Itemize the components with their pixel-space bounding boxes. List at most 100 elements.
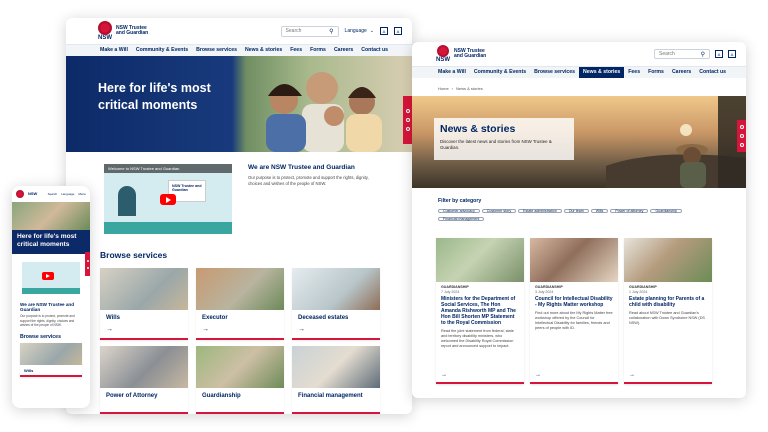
brand-logo[interactable]: NSW NSW Trustee and Guardian — [98, 21, 148, 41]
news-card[interactable]: GUARDIANSHIP 7 July 2024 Ministers for t… — [436, 238, 524, 384]
nav-browse-services[interactable]: Browse services — [192, 45, 241, 56]
arrow-right-icon: → — [629, 372, 635, 378]
text-size-button[interactable]: A — [715, 50, 723, 58]
nav-careers[interactable]: Careers — [330, 45, 357, 56]
nav-community-events[interactable]: Community & Events — [470, 67, 530, 78]
mobile-video[interactable] — [22, 262, 80, 295]
mobile-intro-heading: We are NSW Trustee and Guardian — [20, 302, 75, 313]
news-card-title: Council for Intellectual Disability - My… — [535, 296, 613, 308]
power-of-attorney-photo — [100, 346, 188, 388]
filter-chip[interactable]: Customer advocacy — [438, 209, 480, 213]
nav-forms[interactable]: Forms — [644, 67, 668, 78]
filter-chips: Customer advocacy Customer story Estate ad… — [438, 208, 688, 224]
nav-community-events[interactable]: Community & Events — [132, 45, 192, 56]
brand-logo[interactable]: NSW NSW Trustee and Guardian — [436, 45, 486, 63]
text-size-button[interactable]: A — [380, 27, 388, 35]
mobile-quick-links[interactable] — [85, 252, 90, 276]
contrast-button[interactable]: A — [394, 27, 402, 35]
chat-icon[interactable] — [739, 134, 744, 138]
service-card-executor[interactable]: Executor → — [196, 268, 284, 340]
filter-chip[interactable]: Guardianship — [650, 209, 682, 213]
brand-logo[interactable]: NSW — [16, 190, 37, 198]
nav-careers[interactable]: Careers — [668, 67, 695, 78]
breadcrumb-current: News & stories — [456, 86, 483, 91]
play-icon[interactable] — [42, 272, 54, 281]
browse-heading: Browse services — [100, 250, 168, 260]
nsw-wordmark: NSW — [28, 191, 38, 196]
service-label: Wills — [24, 367, 34, 373]
side-quick-links[interactable] — [403, 96, 412, 144]
phone-icon[interactable] — [405, 109, 410, 113]
search-icon[interactable]: ⚲ — [701, 51, 705, 58]
play-icon[interactable] — [160, 194, 176, 205]
search-input[interactable]: Search ⚲ — [654, 49, 710, 59]
site-header: NSW NSW Trustee and Guardian Search ⚲ La… — [66, 18, 412, 44]
chat-icon[interactable] — [86, 266, 89, 269]
chevron-down-icon: ⌄ — [369, 28, 374, 34]
intro-video[interactable]: Welcome to NSW Trustee and Guardian NSW … — [104, 164, 232, 234]
service-card-deceased-estates[interactable]: Deceased estates → — [292, 268, 380, 340]
breadcrumb-separator: › — [451, 86, 454, 91]
search-icon[interactable]: ⚲ — [329, 28, 333, 35]
filter-chip[interactable]: Power of attorney — [610, 209, 649, 213]
news-card[interactable]: GUARDIANSHIP 1 July 2024 Estate planning… — [624, 238, 712, 384]
nav-fees[interactable]: Fees — [624, 67, 644, 78]
service-card-wills[interactable]: Wills → — [100, 268, 188, 340]
nav-make-a-will[interactable]: Make a Will — [434, 67, 470, 78]
waratah-icon — [98, 21, 112, 35]
language-selector[interactable]: Language ⌄ — [345, 28, 374, 34]
news-card-category: GUARDIANSHIP — [535, 285, 563, 289]
arrow-right-icon: → — [298, 326, 305, 333]
mobile-language-button[interactable]: Language — [61, 192, 74, 196]
wills-photo — [100, 268, 188, 310]
nav-news-stories[interactable]: News & stories — [579, 67, 625, 78]
news-card-desc: Find out more about the My Rights Matter… — [535, 311, 613, 331]
service-label: Power of Attorney — [106, 393, 158, 399]
service-label: Wills — [106, 315, 120, 321]
search-input[interactable]: Search ⚲ — [280, 25, 339, 37]
news-card[interactable]: GUARDIANSHIP 3 July 2024 Council for Int… — [530, 238, 618, 384]
mobile-service-card-wills[interactable]: Wills — [20, 342, 82, 377]
phone-icon[interactable] — [739, 125, 744, 129]
news-card-category: GUARDIANSHIP — [441, 285, 469, 289]
filter-chip[interactable]: Estate administration — [518, 209, 562, 213]
home-page-mockup: NSW NSW Trustee and Guardian Search ⚲ La… — [66, 18, 412, 414]
location-icon[interactable] — [739, 143, 744, 147]
mobile-menu-button[interactable]: Menu — [78, 192, 86, 196]
filter-chip[interactable]: Financial management — [438, 217, 485, 221]
nav-contact-us[interactable]: Contact us — [695, 67, 730, 78]
filter-chip[interactable]: Customer story — [481, 209, 517, 213]
breadcrumb-home[interactable]: Home — [438, 86, 449, 91]
arrow-right-icon: → — [441, 372, 447, 378]
nav-forms[interactable]: Forms — [306, 45, 330, 56]
mobile-hero-title: Here for life's most critical moments — [12, 230, 90, 255]
nav-fees[interactable]: Fees — [286, 45, 306, 56]
service-card-power-of-attorney[interactable]: Power of Attorney — [100, 346, 188, 414]
hero-family-photo — [266, 72, 382, 152]
service-card-financial-management[interactable]: Financial management — [292, 346, 380, 414]
intro-heading: We are NSW Trustee and Guardian — [248, 164, 355, 171]
nsw-wordmark: NSW — [436, 57, 450, 63]
news-card-title: Ministers for the Department of Social S… — [441, 296, 516, 326]
filter-chip[interactable]: Our team — [563, 209, 589, 213]
arrow-right-icon: → — [202, 326, 209, 333]
side-quick-links[interactable] — [737, 120, 746, 152]
phone-icon[interactable] — [86, 259, 89, 262]
contrast-button[interactable]: A — [728, 50, 736, 58]
chat-icon[interactable] — [405, 118, 410, 122]
nav-browse-services[interactable]: Browse services — [530, 67, 579, 78]
filter-chip[interactable]: Wills — [590, 209, 609, 213]
intro-text: Our purpose is to protect, promote and s… — [248, 175, 369, 187]
news-page-mockup: NSW NSW Trustee and Guardian Search ⚲ A … — [412, 42, 746, 398]
language-label: Language — [344, 28, 367, 34]
news-card-desc: Read the joint statement from federal, s… — [441, 329, 514, 349]
arrow-right-icon: → — [535, 372, 541, 378]
mobile-search-button[interactable]: Search — [48, 192, 58, 196]
news-card-title: Estate planning for Parents of a child w… — [629, 296, 705, 308]
nav-contact-us[interactable]: Contact us — [357, 45, 392, 56]
location-icon[interactable] — [405, 127, 410, 131]
service-card-guardianship[interactable]: Guardianship — [196, 346, 284, 414]
nav-news-stories[interactable]: News & stories — [241, 45, 286, 56]
nav-make-a-will[interactable]: Make a Will — [96, 45, 132, 56]
waratah-icon — [16, 190, 24, 198]
